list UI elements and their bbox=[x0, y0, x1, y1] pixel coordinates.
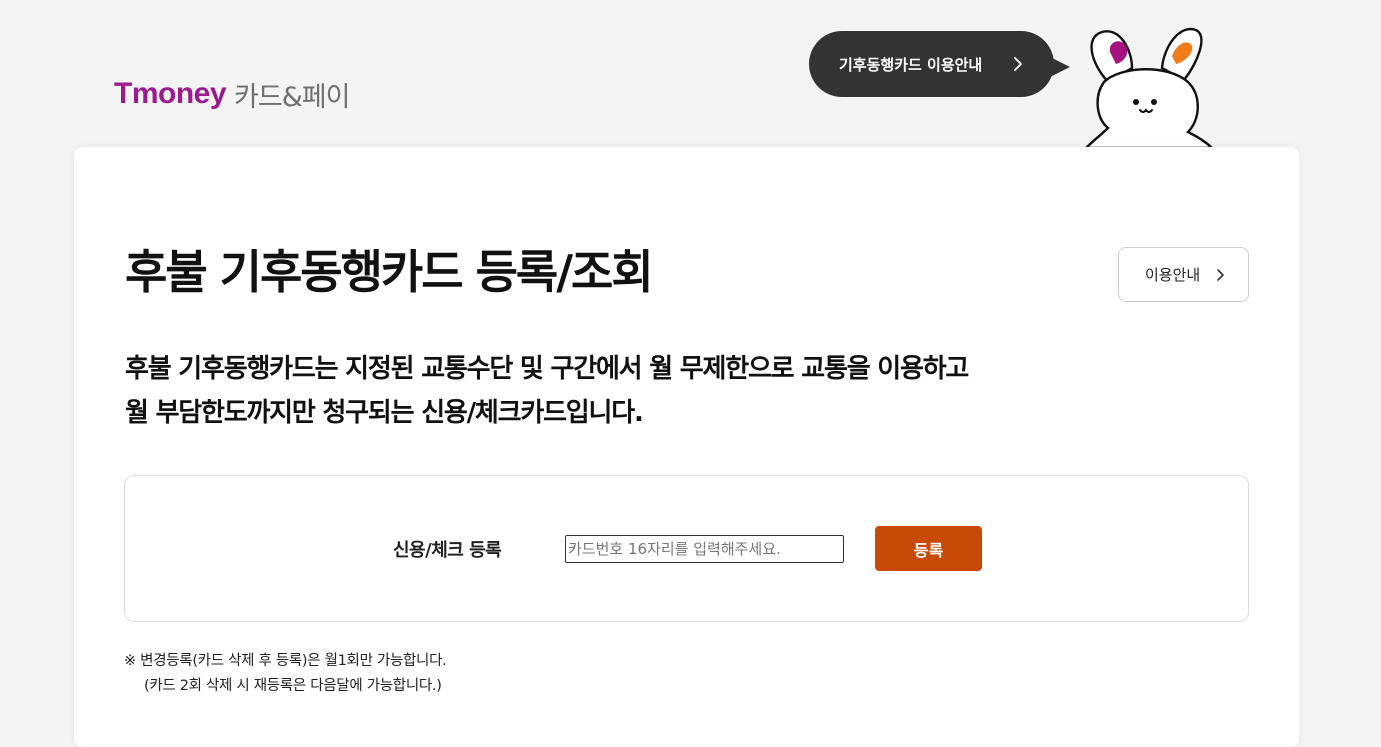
notice-line-1: ※ 변경등록(카드 삭제 후 등록)은 월1회만 가능합니다. bbox=[124, 653, 447, 669]
notice-text: ※ 변경등록(카드 삭제 후 등록)은 월1회만 가능합니다. (카드 2회 삭… bbox=[124, 649, 447, 699]
bunny-mascot-icon bbox=[1084, 27, 1214, 148]
chevron-right-icon bbox=[1217, 269, 1224, 281]
register-button[interactable]: 등록 bbox=[875, 526, 982, 571]
top-usage-guide-label: 기후동행카드 이용안내 bbox=[839, 55, 983, 74]
chevron-right-icon bbox=[1014, 57, 1022, 71]
top-usage-guide-button[interactable]: 기후동행카드 이용안내 bbox=[809, 31, 1054, 97]
logo-tmoney-text: Tmoney bbox=[114, 77, 227, 110]
page-title: 후불 기후동행카드 등록/조회 bbox=[125, 245, 654, 299]
notice-line-2: (카드 2회 삭제 시 재등록은 다음달에 가능합니다.) bbox=[144, 678, 442, 694]
card-number-input[interactable] bbox=[565, 535, 844, 563]
usage-guide-label: 이용안내 bbox=[1145, 266, 1201, 284]
logo-service-text: 카드&페이 bbox=[234, 81, 350, 113]
speech-bubble-tail bbox=[1046, 55, 1070, 79]
main-card: 후불 기후동행카드 등록/조회 이용안내 후불 기후동행카드는 지정된 교통수단… bbox=[74, 147, 1299, 747]
card-description: 후불 기후동행카드는 지정된 교통수단 및 구간에서 월 무제한으로 교통을 이… bbox=[125, 347, 969, 435]
register-label: 신용/체크 등록 bbox=[393, 540, 502, 561]
description-line-1: 후불 기후동행카드는 지정된 교통수단 및 구간에서 월 무제한으로 교통을 이… bbox=[125, 354, 969, 384]
tmoney-logo[interactable]: Tmoney 카드&페이 bbox=[114, 74, 350, 114]
usage-guide-button[interactable]: 이용안내 bbox=[1118, 247, 1249, 302]
card-register-panel: 신용/체크 등록 등록 bbox=[124, 475, 1249, 622]
description-line-2: 월 부담한도까지만 청구되는 신용/체크카드입니다. bbox=[125, 398, 644, 428]
